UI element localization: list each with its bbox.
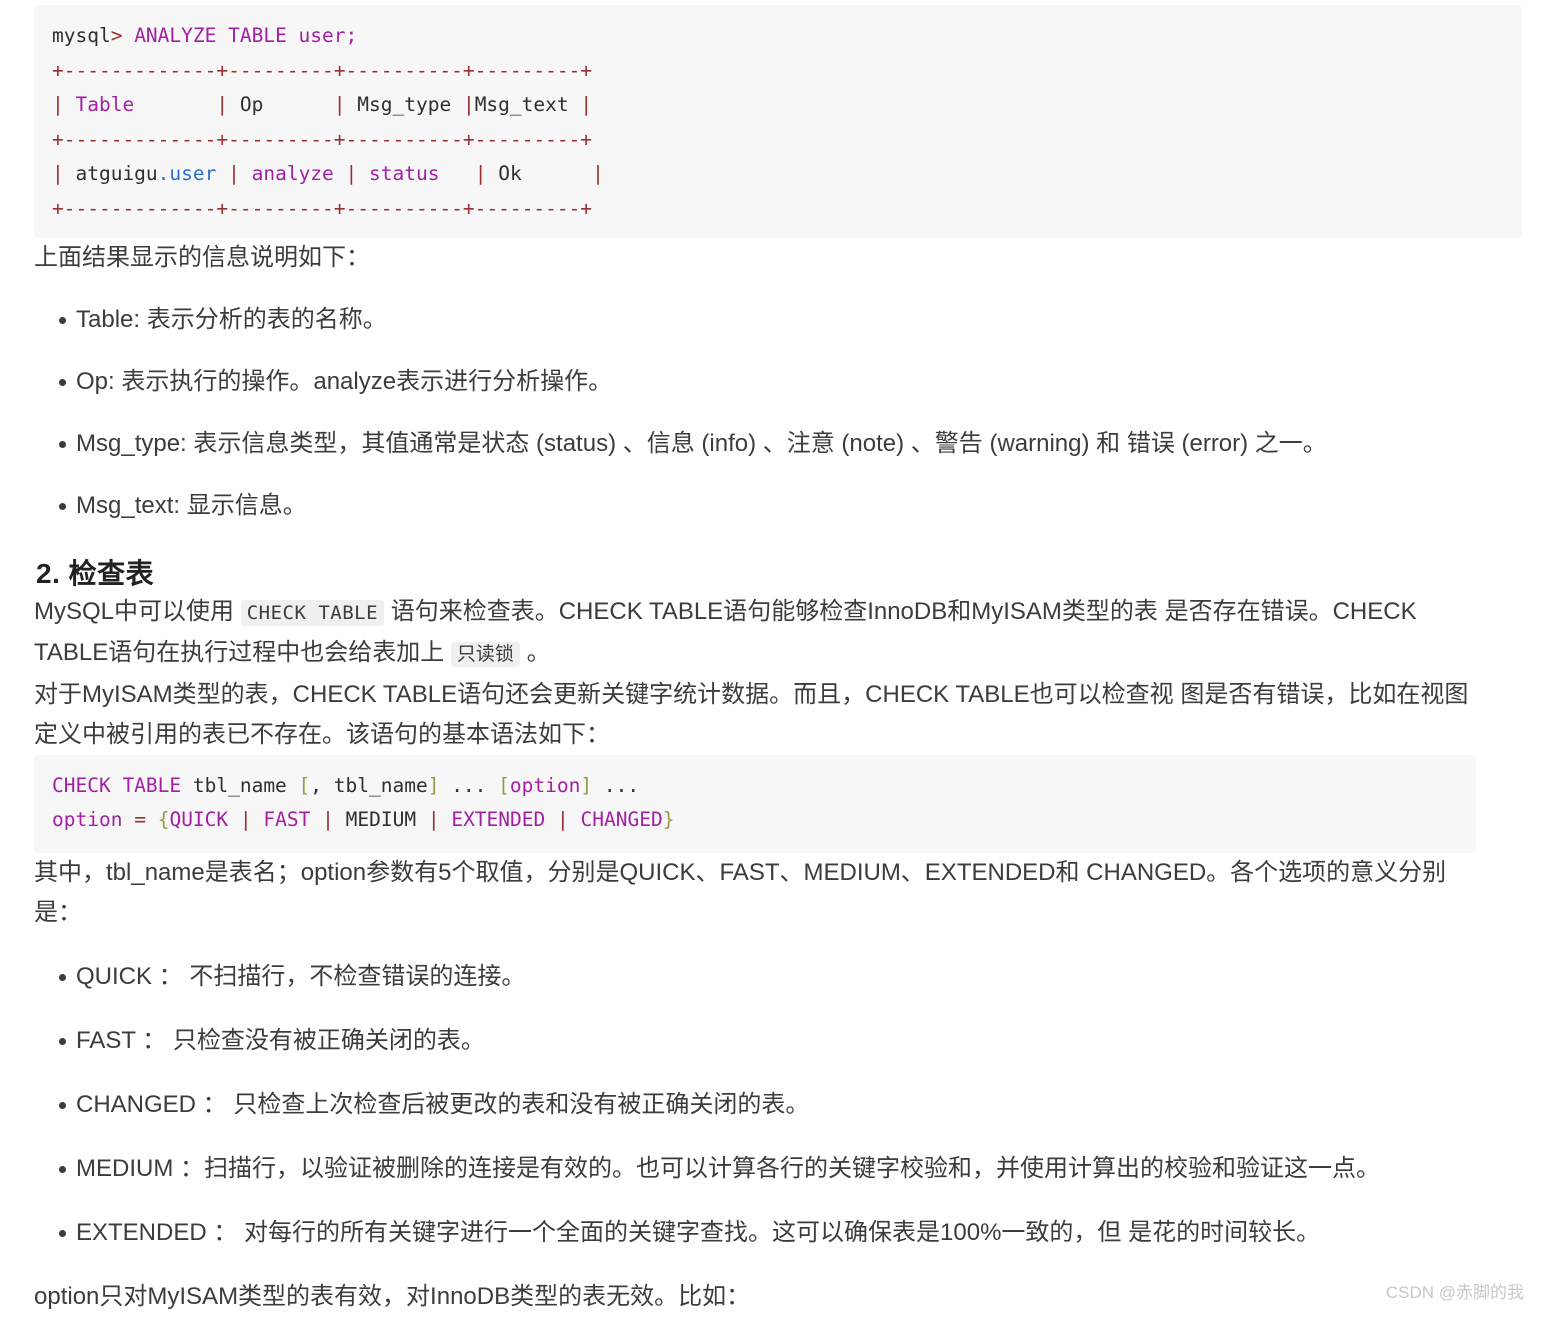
code-token: [439, 162, 474, 185]
code-token: ANALYZE TABLE user;: [134, 24, 357, 47]
code-token: Msg_text: [475, 93, 581, 116]
paragraph-text-part: MySQL中可以使用: [34, 598, 241, 625]
code-token: QUICK: [169, 808, 228, 831]
code-token: |: [52, 93, 75, 116]
csdn-watermark: CSDN @赤脚的我: [1386, 1278, 1524, 1303]
code-token: [228, 808, 240, 831]
code-token: [252, 808, 264, 831]
list-item: EXTENDED ： 对每行的所有关键字进行一个全面的关键字查找。这可以确保表是…: [34, 1213, 1524, 1253]
code-block-analyze-output: mysql> ANALYZE TABLE user; +------------…: [34, 5, 1522, 238]
code-token: , tbl_name: [310, 774, 427, 797]
code-block-check-table-syntax: CHECK TABLE tbl_name [, tbl_name] ... [o…: [34, 755, 1476, 853]
code-token: [134, 93, 216, 116]
code-token: +-------------+---------+----------+----…: [52, 59, 592, 82]
code-token: >: [111, 24, 134, 47]
code-token: ...: [439, 774, 498, 797]
paragraph-text-part: 。: [520, 639, 551, 666]
code-token: Msg_type: [357, 93, 463, 116]
code-token: CHECK TABLE: [52, 774, 181, 797]
list-item: MEDIUM ：扫描行，以验证被删除的连接是有效的。也可以计算各行的关键字校验和…: [34, 1149, 1524, 1189]
list-item: CHANGED ： 只检查上次检查后被更改的表和没有被正确关闭的表。: [34, 1085, 1524, 1125]
list-item: Op: 表示执行的操作。analyze表示进行分析操作。: [34, 362, 1524, 402]
code-token: ...: [592, 774, 639, 797]
code-token: [310, 808, 322, 831]
code-token: CHANGED: [581, 808, 663, 831]
code-token: |: [463, 93, 475, 116]
list-item: Table: 表示分析的表的名称。: [34, 300, 1524, 340]
code-token: ]: [580, 774, 592, 797]
code-token: status: [369, 162, 439, 185]
code-token: Table: [75, 93, 134, 116]
code-token: [: [498, 774, 510, 797]
code-token: |: [592, 162, 604, 185]
code-token: [334, 808, 346, 831]
closing-paragraph: option只对MyISAM类型的表有效，对InnoDB类型的表无效。比如：: [34, 1277, 1524, 1317]
code-token: .user: [158, 162, 217, 185]
code-token: atguigu: [75, 162, 157, 185]
code-token: EXTENDED: [451, 808, 545, 831]
code-token: |: [428, 808, 440, 831]
code-token: +-------------+---------+----------+----…: [52, 128, 592, 151]
code-token: +-------------+---------+----------+----…: [52, 197, 592, 220]
msg-field-list: Table: 表示分析的表的名称。 Op: 表示执行的操作。analyze表示进…: [34, 300, 1524, 526]
code-token: |: [52, 162, 75, 185]
code-token: FAST: [263, 808, 310, 831]
code-token: mysql: [52, 24, 111, 47]
code-token: [146, 808, 158, 831]
section-heading-check-table: 2. 检查表: [36, 552, 1524, 592]
code-token: }: [663, 808, 675, 831]
intro-paragraph: 上面结果显示的信息说明如下：: [34, 238, 1524, 278]
code-token: |: [580, 93, 592, 116]
list-item: QUICK ： 不扫描行，不检查错误的连接。: [34, 957, 1524, 997]
document-page: mysql> ANALYZE TABLE user; +------------…: [0, 5, 1554, 1317]
code-token: [122, 808, 134, 831]
code-token: [545, 808, 557, 831]
code-token: tbl_name: [181, 774, 298, 797]
code-token: |: [557, 808, 569, 831]
inline-code-check-table: CHECK TABLE: [241, 600, 384, 626]
code-token: ]: [428, 774, 440, 797]
code-token: option: [510, 774, 580, 797]
code-token: [416, 808, 428, 831]
code-token: Op: [240, 93, 334, 116]
code-token: MEDIUM: [346, 808, 416, 831]
code-token: |: [240, 808, 252, 831]
option-values-list: QUICK ： 不扫描行，不检查错误的连接。 FAST ： 只检查没有被正确关闭…: [34, 957, 1524, 1253]
code-token: Ok: [498, 162, 521, 185]
code-token: [522, 162, 592, 185]
check-table-paragraph-1: MySQL中可以使用 CHECK TABLE 语句来检查表。CHECK TABL…: [34, 592, 1454, 675]
inline-code-readonly-lock: 只读锁: [451, 642, 520, 667]
code-token: option: [52, 808, 122, 831]
code-token: |: [334, 93, 357, 116]
code-token: [216, 162, 228, 185]
options-paragraph: 其中，tbl_name是表名；option参数有5个取值，分别是QUICK、FA…: [34, 853, 1454, 933]
code-token: |: [216, 93, 239, 116]
code-token: |: [322, 808, 334, 831]
check-table-paragraph-2: 对于MyISAM类型的表，CHECK TABLE语句还会更新关键字统计数据。而且…: [34, 675, 1484, 755]
list-item: Msg_type: 表示信息类型，其值通常是状态 (status) 、信息 (i…: [34, 424, 1524, 464]
code-token: =: [134, 808, 146, 831]
code-token: [440, 808, 452, 831]
code-token: analyze: [252, 162, 334, 185]
code-token: [: [299, 774, 311, 797]
code-token: |: [346, 162, 369, 185]
code-token: |: [228, 162, 251, 185]
code-token: {: [158, 808, 170, 831]
list-item: FAST ： 只检查没有被正确关闭的表。: [34, 1021, 1524, 1061]
code-token: [334, 162, 346, 185]
list-item: Msg_text: 显示信息。: [34, 486, 1524, 526]
code-token: [569, 808, 581, 831]
code-token: |: [475, 162, 498, 185]
